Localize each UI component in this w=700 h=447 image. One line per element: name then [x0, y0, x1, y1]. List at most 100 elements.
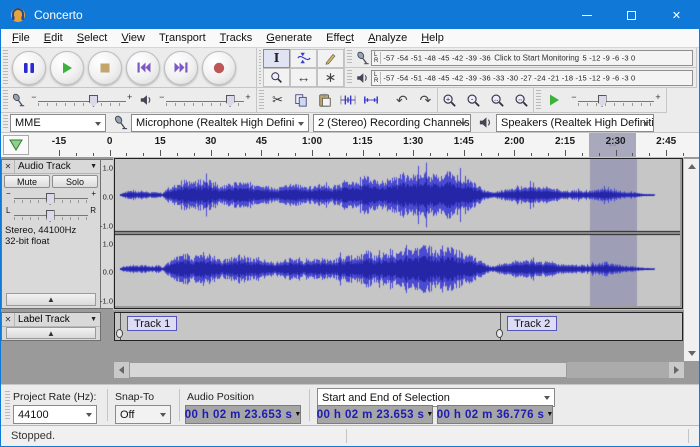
menu-transport[interactable]: Transport [152, 30, 213, 46]
ruler-tick [363, 150, 364, 156]
redo-button[interactable]: ↷ [415, 90, 436, 110]
trim-audio-button[interactable] [337, 90, 358, 110]
pause-button[interactable] [12, 51, 46, 85]
selection-tool-button[interactable]: I [263, 49, 290, 68]
close-button[interactable]: ✕ [654, 1, 699, 29]
recording-device-select[interactable]: Microphone (Realtek High Defini [131, 114, 309, 132]
track-collapse-button[interactable]: ▲ [6, 293, 96, 306]
ruler-tick [211, 150, 212, 156]
menu-analyze[interactable]: Analyze [361, 30, 414, 46]
mixer-toolbar: − + − + [1, 88, 257, 113]
toolbar-grip[interactable] [536, 90, 541, 110]
stop-button[interactable] [88, 51, 122, 85]
playback-device-select[interactable]: Speakers (Realtek High Definiti [496, 114, 654, 132]
vertical-scrollbar[interactable] [684, 159, 700, 361]
toolbar-grip[interactable] [3, 115, 8, 130]
play-at-speed-button[interactable] [544, 90, 565, 110]
pan-thumb[interactable] [46, 210, 55, 222]
menu-tracks[interactable]: Tracks [213, 30, 260, 46]
pan-slider[interactable]: L R [6, 206, 96, 223]
selection-end-display[interactable]: 00 h 02 m 36.776 s▼ [437, 405, 553, 424]
cut-button[interactable]: ✂ [267, 90, 288, 110]
zoom-in-button[interactable]: + [439, 90, 461, 110]
label-knob[interactable] [116, 329, 123, 338]
scroll-left-button[interactable] [114, 362, 129, 378]
horizontal-scroll-thumb[interactable] [129, 362, 567, 378]
audio-host-select[interactable]: MME [10, 114, 106, 132]
toolbar-grip[interactable] [347, 50, 352, 65]
ruler-tick [447, 153, 448, 156]
zoom-out-button[interactable]: - [463, 90, 485, 110]
menu-file[interactable]: File [5, 30, 37, 46]
play-button[interactable] [50, 51, 84, 85]
selection-start-display[interactable]: 00 h 02 m 23.653 s▼ [317, 405, 433, 424]
record-button[interactable] [202, 51, 236, 85]
toolbar-grip[interactable] [5, 391, 10, 419]
skip-to-end-icon [174, 61, 189, 74]
label-track-strip[interactable]: Track 1 Track 2 [114, 312, 683, 341]
menu-edit[interactable]: Edit [37, 30, 70, 46]
track-close-button[interactable]: ✕ [2, 160, 15, 173]
copy-button[interactable] [290, 90, 311, 110]
minimize-button[interactable] [564, 1, 609, 29]
label-track-menu-button[interactable]: Label Track ▼ [15, 314, 100, 325]
toolbar-grip[interactable] [3, 90, 8, 110]
track-menu-button[interactable]: Audio Track ▼ [15, 161, 100, 172]
skip-to-start-button[interactable] [126, 51, 160, 85]
track-close-button[interactable]: ✕ [2, 313, 15, 326]
label-text-box[interactable]: Track 2 [507, 316, 557, 331]
ruler-time-label: 30 [205, 136, 216, 147]
caret-down-icon: ▼ [90, 163, 97, 170]
silence-audio-button[interactable] [361, 90, 382, 110]
fit-project-button[interactable]: ⇔ [510, 90, 532, 110]
solo-button[interactable]: Solo [52, 175, 98, 188]
fit-selection-button[interactable]: ↔ [487, 90, 509, 110]
toolbar-grip[interactable] [3, 50, 8, 85]
horizontal-scrollbar[interactable] [114, 362, 684, 378]
timeline-ruler[interactable]: ↔ -1501530451:001:151:301:452:002:152:30… [1, 133, 699, 158]
ruler-tick [312, 150, 313, 156]
toolbar-grip[interactable] [259, 50, 261, 85]
project-rate-select[interactable]: 44100 [13, 405, 97, 424]
recording-channels-select[interactable]: 2 (Stereo) Recording Channels [313, 114, 471, 132]
menu-effect[interactable]: Effect [319, 30, 361, 46]
ruler-tick [616, 150, 617, 156]
scroll-right-button[interactable] [669, 362, 684, 378]
envelope-tool-button[interactable] [290, 49, 317, 68]
menu-view[interactable]: View [114, 30, 152, 46]
waveform-canvas[interactable] [115, 159, 680, 306]
snap-to-select[interactable]: Off [115, 405, 171, 424]
draw-tool-button[interactable] [317, 49, 344, 68]
vertical-scale-ruler[interactable]: 1.0 0.0 -1.0 1.0 0.0 -1.0 [101, 159, 114, 309]
playback-volume-slider[interactable]: − + [158, 92, 252, 108]
label-track-collapse-button[interactable]: ▲ [6, 327, 96, 339]
scroll-down-button[interactable] [684, 346, 700, 361]
zoom-tool-button[interactable] [263, 68, 290, 87]
label-knob[interactable] [496, 329, 503, 338]
snap-to-label: Snap-To [115, 391, 154, 403]
toolbar-grip[interactable] [347, 70, 352, 85]
multi-tool-button[interactable]: ∗ [317, 68, 344, 87]
playback-meter[interactable]: LR -57 -54 -51 -48 -45 -42 -39 -36 -33 -… [371, 70, 693, 86]
menu-generate[interactable]: Generate [259, 30, 319, 46]
gain-thumb[interactable] [46, 193, 55, 205]
snap-to-value: Off [120, 409, 134, 421]
playback-speed-slider[interactable]: − + [570, 92, 662, 108]
toolbar-grip[interactable] [259, 90, 264, 110]
undo-button[interactable]: ↶ [391, 90, 412, 110]
maximize-button[interactable] [609, 1, 654, 29]
gain-slider[interactable]: − + [6, 189, 96, 206]
mute-button[interactable]: Mute [4, 175, 50, 188]
label-text-box[interactable]: Track 1 [127, 316, 177, 331]
menu-help[interactable]: Help [414, 30, 451, 46]
quick-play-button[interactable] [3, 135, 29, 155]
recording-volume-slider[interactable]: − + [30, 92, 134, 108]
scroll-up-button[interactable] [684, 159, 700, 174]
menu-select[interactable]: Select [70, 30, 115, 46]
paste-button[interactable] [314, 90, 335, 110]
timeshift-tool-button[interactable]: ↔ [290, 68, 317, 87]
recording-meter[interactable]: LR -57 -54 -51 -48 -45 -42 -39 -36 -33 -… [371, 50, 693, 66]
playback-device-value: Speakers (Realtek High Definiti [501, 117, 654, 129]
audio-position-display[interactable]: 00 h 02 m 23.653 s▼ [185, 405, 301, 424]
skip-to-end-button[interactable] [164, 51, 198, 85]
